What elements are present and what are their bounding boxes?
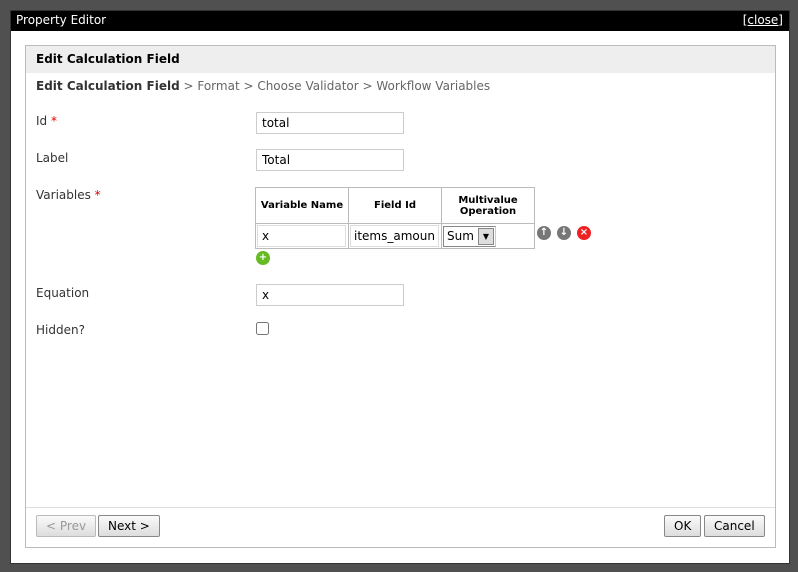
label-label: Label — [36, 151, 69, 165]
chevron-down-icon: ▼ — [477, 227, 494, 245]
edit-panel: Edit Calculation Field Edit Calculation … — [25, 45, 776, 548]
delete-row-icon[interactable]: × — [577, 226, 591, 240]
variables-table: Variable Name Field Id Multivalue Operatio… — [255, 187, 535, 249]
field-id-input[interactable] — [350, 225, 439, 247]
panel-header: Edit Calculation Field — [26, 46, 775, 73]
footer: < Prev Next > OK Cancel — [26, 507, 775, 547]
prev-button[interactable]: < Prev — [36, 515, 97, 537]
ok-button[interactable]: OK — [664, 515, 702, 537]
equation-label: Equation — [36, 286, 90, 300]
dialog-title: Property Editor — [16, 13, 107, 27]
property-editor-dialog: Property Editor [close] Edit Calculation… — [10, 10, 790, 564]
operation-select[interactable]: Sum ▼ — [443, 225, 496, 247]
label-input[interactable] — [256, 149, 404, 171]
title-bar: Property Editor [close] — [11, 11, 789, 31]
variables-label: Variables * — [36, 188, 101, 202]
equation-input[interactable] — [256, 284, 404, 306]
id-input[interactable] — [256, 112, 404, 134]
column-header: Variable Name — [255, 187, 349, 224]
move-down-icon[interactable]: ↓ — [557, 226, 571, 240]
breadcrumb: Edit Calculation Field > Format > Choose… — [26, 73, 775, 99]
variable-name-input[interactable] — [257, 225, 346, 247]
hidden-checkbox[interactable] — [256, 322, 269, 335]
move-up-icon[interactable]: ↑ — [537, 226, 551, 240]
close-link[interactable]: [close] — [743, 11, 783, 29]
column-header: Multivalue Operation — [441, 187, 535, 224]
breadcrumb-steps: > Format > Choose Validator > Workflow V… — [179, 79, 491, 93]
hidden-label: Hidden? — [36, 323, 85, 337]
id-label: Id * — [36, 114, 57, 128]
table-row: Sum▼ — [255, 223, 535, 249]
column-header: Field Id — [348, 187, 442, 224]
next-button[interactable]: Next > — [98, 515, 160, 537]
add-row-icon[interactable]: + — [256, 251, 270, 265]
breadcrumb-current: Edit Calculation Field — [36, 79, 180, 93]
cancel-button[interactable]: Cancel — [704, 515, 765, 537]
